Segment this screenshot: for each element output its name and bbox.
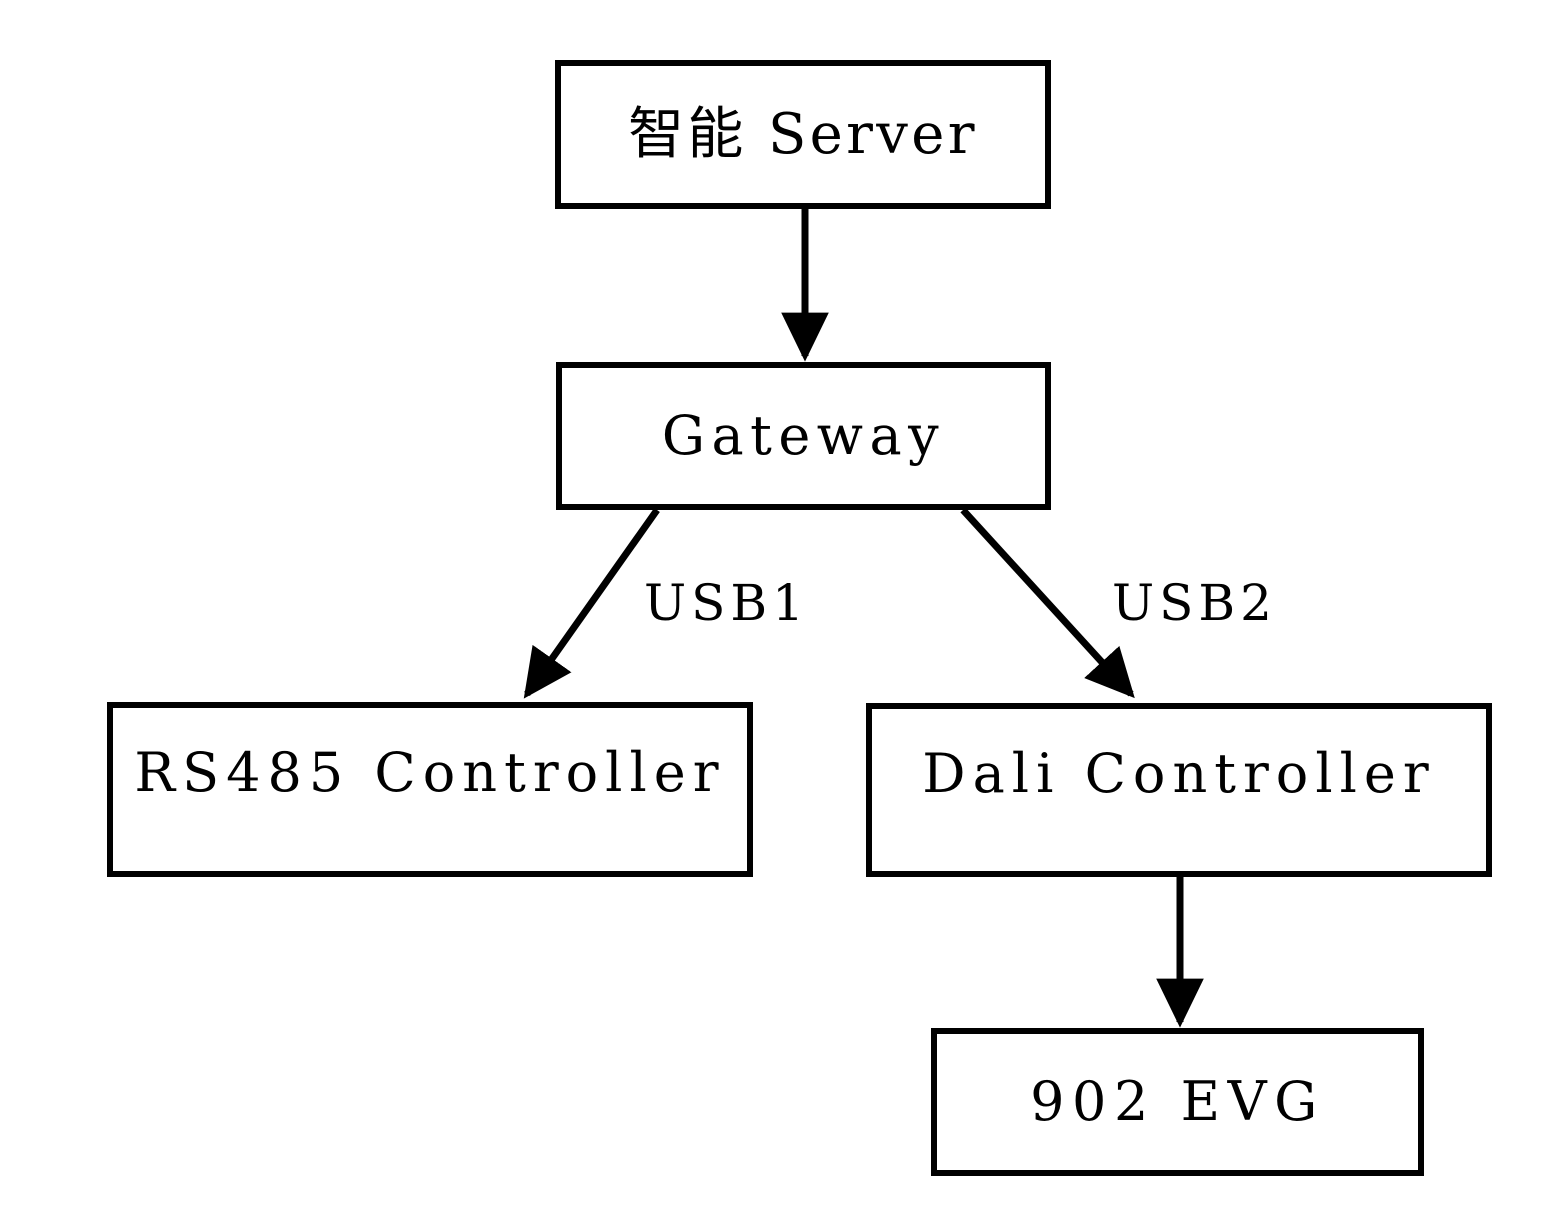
edge-label-usb1: USB1 [644, 574, 809, 632]
node-gateway-label: Gateway [661, 404, 946, 467]
node-dali-controller-label: Dali Controller [922, 742, 1436, 805]
node-rs485-controller[interactable]: RS485 Controller [107, 702, 753, 877]
node-902-evg-label: 902 EVG [1030, 1070, 1325, 1133]
node-902-evg[interactable]: 902 EVG [931, 1028, 1424, 1176]
node-server[interactable]: 智能 Server [555, 60, 1051, 209]
node-rs485-controller-label: RS485 Controller [134, 741, 726, 804]
node-dali-controller[interactable]: Dali Controller [866, 703, 1492, 877]
node-server-label: 智能 Server [628, 101, 978, 167]
edge-label-usb2: USB2 [1112, 574, 1277, 632]
edge-gateway-to-rs485 [523, 507, 660, 699]
edge-gateway-to-dali [960, 507, 1135, 699]
diagram-canvas: 智能 Server Gateway RS485 Controller Dali … [0, 0, 1560, 1226]
node-gateway[interactable]: Gateway [556, 362, 1051, 510]
